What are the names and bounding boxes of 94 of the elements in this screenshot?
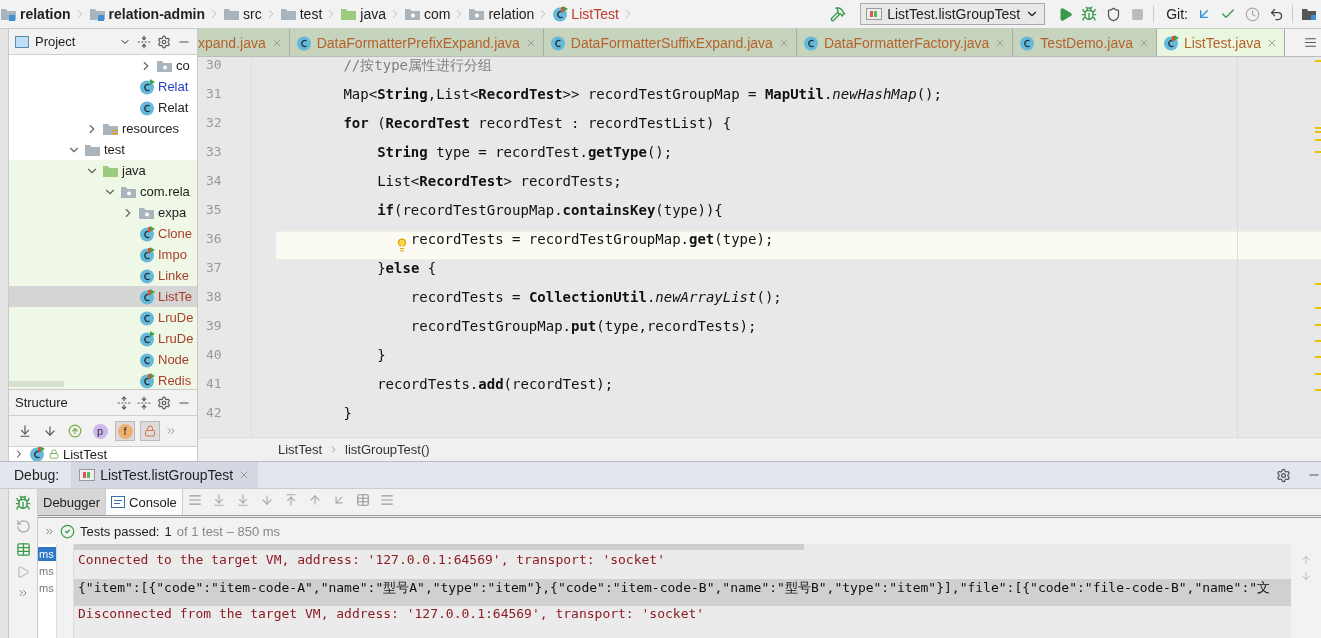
up-arrow-icon[interactable] (1300, 554, 1312, 566)
tree-item[interactable]: com.rela (9, 181, 197, 202)
resume-icon[interactable] (16, 565, 30, 579)
check-circle-icon (60, 523, 75, 539)
tree-item[interactable]: LruDe (9, 328, 197, 349)
console-line: Disconnected from the target VM, address: '127.0.0.1:64569', transport: 'socket' (77, 606, 706, 623)
line-number: 34 (205, 173, 223, 190)
window-icon (15, 35, 29, 48)
code-line: recordTests = CollectionUtil.newArrayList(); (410, 289, 782, 305)
line-number: 35 (205, 202, 223, 219)
timing-item[interactable]: ms (38, 547, 56, 561)
code-breadcrumb[interactable]: listGroupTest() (345, 442, 430, 457)
class-icon (29, 447, 45, 461)
toggle-button[interactable]: f (115, 421, 135, 441)
tree-item[interactable]: Node (9, 349, 197, 370)
line-number: 41 (205, 376, 223, 393)
code-breadcrumb[interactable]: ListTest (278, 442, 323, 457)
line-number: 36 (205, 231, 223, 248)
breadcrumb[interactable]: com (404, 6, 451, 22)
tests-passed-label: Tests passed: (80, 523, 160, 539)
breadcrumb[interactable]: java (340, 6, 386, 22)
tree-item[interactable]: Redis (9, 370, 197, 389)
run-configuration-dropdown[interactable]: ListTest.listGroupTest (860, 3, 1046, 25)
line-number: 30 (205, 57, 223, 74)
tree-item[interactable]: Clone (9, 223, 197, 244)
line-number: 31 (205, 86, 223, 103)
tree-item[interactable]: Impo (9, 244, 197, 265)
bug-icon[interactable] (15, 495, 31, 511)
settings-icon[interactable] (1276, 467, 1291, 483)
session-tab[interactable]: ListTest.listGroupTest (71, 462, 259, 488)
class-icon (295, 34, 312, 51)
lock-icon (144, 425, 156, 437)
code-line: String type = recordTest.getType(); (377, 144, 673, 160)
breadcrumb[interactable]: relation-admin (88, 6, 206, 22)
timing-item[interactable]: ms (38, 564, 56, 578)
code-line: recordTestGroupMap.put(type,recordTests); (410, 318, 757, 334)
tree-item[interactable]: LruDe (9, 307, 197, 328)
line-number: 38 (205, 289, 223, 306)
tests-detail: of 1 test – 850 ms (176, 523, 281, 539)
toggle-button[interactable] (140, 421, 160, 441)
tests-passed-count: 1 (164, 523, 172, 539)
more-icon[interactable] (165, 425, 177, 437)
sort-alpha-icon (43, 424, 57, 438)
debug-tab[interactable]: Console (106, 489, 183, 515)
tab-list-icon[interactable] (1304, 36, 1317, 49)
collapse-icon[interactable] (137, 34, 151, 49)
code-line: }else { (377, 260, 437, 276)
breadcrumb[interactable]: ListTest (552, 6, 619, 22)
breadcrumb[interactable]: relation (0, 6, 71, 22)
breadcrumb[interactable]: relation (468, 6, 535, 22)
sort-icon (18, 424, 32, 438)
code-line: List<RecordTest> recordTests; (377, 173, 622, 189)
code-line: for (RecordTest recordTest : recordTestList) { (343, 115, 732, 131)
panel-title[interactable]: Project (35, 34, 113, 49)
line-number: 32 (205, 115, 223, 132)
class-icon (802, 34, 819, 51)
debug-label: Debug: (14, 467, 60, 483)
down-arrow-icon[interactable] (1300, 570, 1312, 582)
rerun-icon[interactable] (15, 519, 31, 534)
class-icon (1019, 34, 1036, 51)
more-icon[interactable] (17, 587, 29, 599)
line-number: 37 (205, 260, 223, 277)
expand-icon[interactable] (117, 395, 131, 410)
code-line: Map<String,List<RecordTest>> recordTestGroupMap = MapUtil.newHashMap(); (343, 86, 942, 102)
toggle-button[interactable]: p (90, 421, 110, 441)
tree-item[interactable]: ListTe (9, 286, 197, 307)
tree-item[interactable]: Linke (9, 265, 197, 286)
class-icon (1162, 34, 1179, 51)
settings-icon[interactable] (157, 395, 171, 410)
code-line: } (377, 347, 386, 363)
editor-tab[interactable]: ListTest.java (1156, 29, 1285, 56)
class-icon (549, 34, 566, 51)
tree-item[interactable]: java (9, 160, 197, 181)
code-line: recordTests = recordTestGroupMap.get(type); (410, 231, 774, 247)
settings-icon[interactable] (157, 34, 171, 49)
tree-item[interactable]: expa (9, 202, 197, 223)
code-line: } (343, 405, 352, 421)
code-comment: //按type属性进行分组 (343, 57, 492, 73)
code-line: recordTests.add(recordTest); (377, 376, 614, 392)
timing-item[interactable]: ms (38, 581, 56, 595)
line-number: 33 (205, 144, 223, 161)
console-icon (111, 496, 126, 508)
line-number: 39 (205, 318, 223, 335)
lock-icon (49, 449, 59, 459)
console-line: Connected to the target VM, address: '127.0.0.1:64569', transport: 'socket' (77, 552, 666, 569)
breadcrumb[interactable]: src (223, 6, 262, 22)
panel-title[interactable]: Structure (15, 395, 111, 410)
debug-tab[interactable]: Debugger (38, 489, 107, 515)
breadcrumb[interactable]: test (279, 6, 323, 22)
line-number: 40 (205, 347, 223, 364)
git-label: Git: (1166, 6, 1188, 22)
code-line: if(recordTestGroupMap.containsKey(type)){ (377, 202, 723, 218)
line-number: 42 (205, 405, 223, 422)
collapse-icon[interactable] (137, 395, 151, 410)
